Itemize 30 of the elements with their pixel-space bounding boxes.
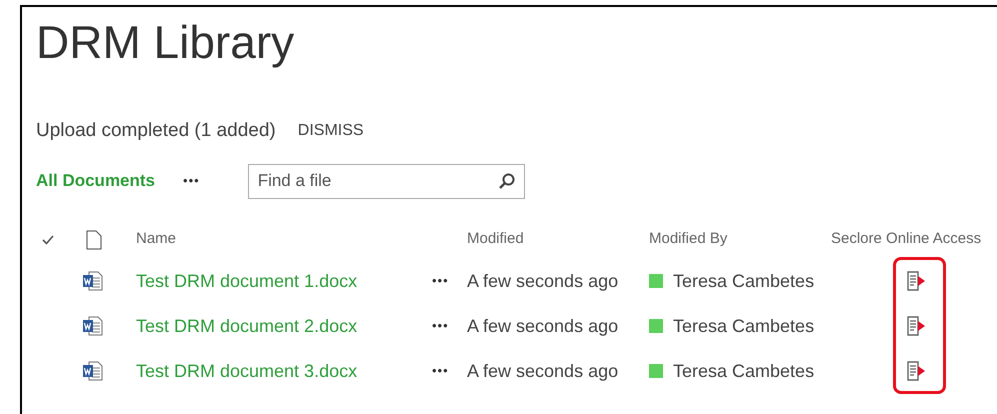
document-arrow-icon[interactable] <box>905 315 927 337</box>
column-header[interactable]: Modified <box>467 228 524 251</box>
modified-date: A few seconds ago <box>467 270 618 293</box>
item-menu-button[interactable]: ••• <box>432 361 449 381</box>
dismiss-link[interactable]: DISMISS <box>298 119 364 144</box>
column-header[interactable]: Modified By <box>649 228 728 251</box>
modified-by-name[interactable]: Teresa Cambetes <box>673 268 814 294</box>
word-document-icon <box>82 360 104 382</box>
presence-indicator <box>649 364 663 378</box>
modified-date: A few seconds ago <box>467 360 618 383</box>
modified-by-name[interactable]: Teresa Cambetes <box>673 312 814 340</box>
word-document-icon <box>82 270 104 292</box>
page-title: DRM Library <box>36 19 294 65</box>
notification-message: Upload completed (1 added) <box>36 119 276 143</box>
document-icon <box>86 230 102 250</box>
checkmark-icon[interactable] <box>42 234 54 244</box>
document-arrow-icon[interactable] <box>905 360 927 382</box>
document-arrow-icon[interactable] <box>905 270 927 292</box>
item-menu-button[interactable]: ••• <box>432 316 449 336</box>
presence-indicator <box>649 274 663 288</box>
search-icon[interactable] <box>498 172 516 190</box>
modified-date: A few seconds ago <box>467 314 618 338</box>
modified-by-name[interactable]: Teresa Cambetes <box>673 358 814 384</box>
column-header[interactable]: Seclore Online Access <box>831 228 982 251</box>
item-menu-button[interactable]: ••• <box>432 271 449 291</box>
column-header[interactable]: Name <box>136 228 176 251</box>
word-document-icon <box>82 315 104 337</box>
presence-indicator <box>649 319 663 333</box>
search-field[interactable]: Find a file <box>248 164 525 198</box>
more-button[interactable]: ••• <box>183 171 200 191</box>
